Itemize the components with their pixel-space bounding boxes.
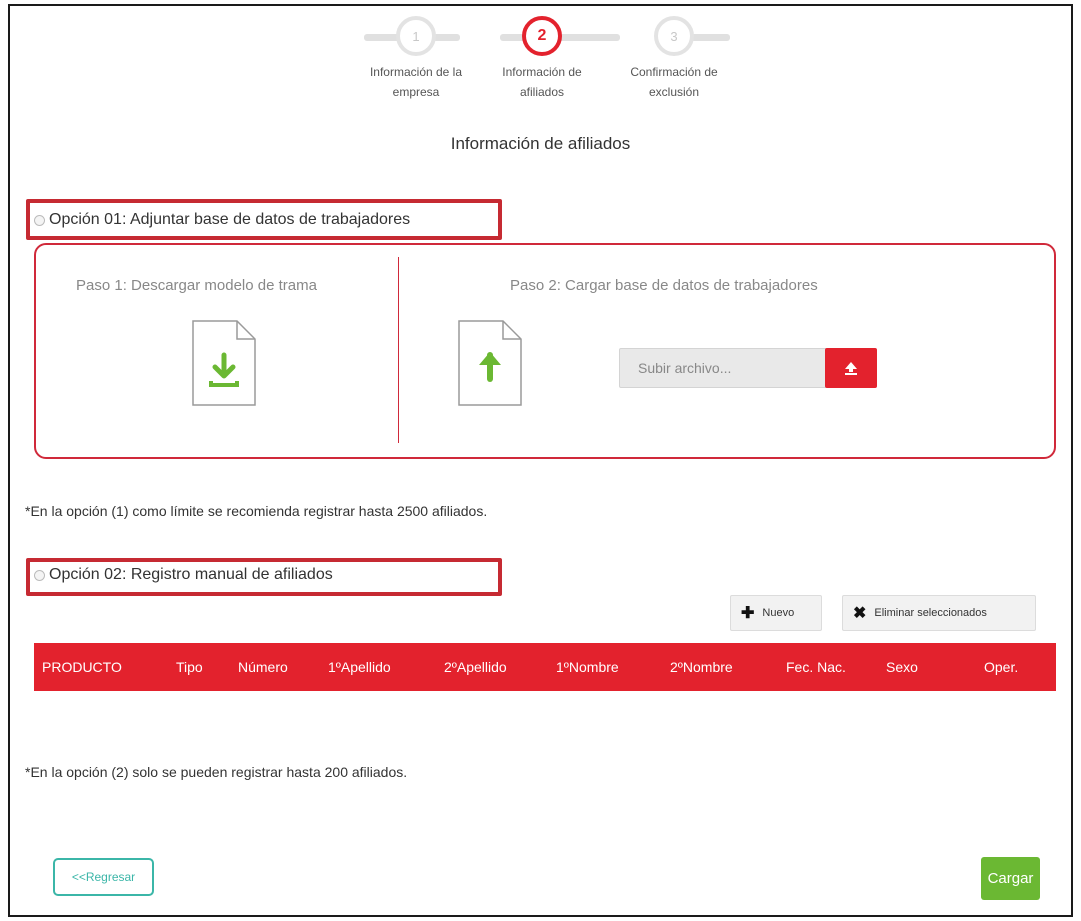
upload-icon	[845, 362, 857, 375]
file-upload-input[interactable]: Subir archivo...	[619, 348, 827, 388]
option2-radio[interactable]	[34, 569, 45, 581]
column-header[interactable]: 1ºApellido	[328, 643, 391, 691]
step-3-label: Confirmación de exclusión	[630, 65, 718, 99]
affiliates-table-header: PRODUCTO Tipo Número 1ºApellido 2ºApelli…	[34, 643, 1056, 691]
column-header[interactable]: Sexo	[886, 643, 918, 691]
option2-note: *En la opción (2) solo se pueden registr…	[25, 764, 408, 780]
option2-radio-row[interactable]: Opción 02: Registro manual de afiliados	[34, 566, 333, 584]
option1-title: Opción 01: Adjuntar base de datos de tra…	[49, 211, 411, 228]
step2-title: Paso 2: Cargar base de datos de trabajad…	[510, 277, 818, 294]
column-header[interactable]: 2ºApellido	[444, 643, 507, 691]
column-header[interactable]: PRODUCTO	[42, 643, 122, 691]
step-1-circle: 1	[396, 16, 436, 56]
load-button[interactable]: Cargar	[981, 857, 1040, 900]
download-template-icon[interactable]	[191, 319, 257, 407]
column-header[interactable]: 1ºNombre	[556, 643, 619, 691]
panel-divider	[398, 257, 399, 443]
option1-radio-row[interactable]: Opción 01: Adjuntar base de datos de tra…	[34, 211, 410, 229]
delete-button-label: Eliminar seleccionados	[874, 607, 987, 619]
column-header[interactable]: Tipo	[176, 643, 203, 691]
column-header[interactable]: Fec. Nac.	[786, 643, 846, 691]
column-header[interactable]: Oper.	[984, 643, 1018, 691]
option1-radio[interactable]	[34, 214, 45, 226]
step-2-circle: 2	[522, 16, 562, 56]
new-button[interactable]: ✚ Nuevo	[730, 595, 822, 631]
step-1-label: Información de la empresa	[369, 65, 463, 99]
column-header[interactable]: Número	[238, 643, 288, 691]
step-3-circle: 3	[654, 16, 694, 56]
new-button-label: Nuevo	[762, 607, 795, 619]
upload-button[interactable]	[825, 348, 877, 388]
close-icon: ✖	[853, 605, 867, 622]
upload-panel: Paso 1: Descargar modelo de trama Paso 2…	[34, 243, 1056, 459]
step1-title: Paso 1: Descargar modelo de trama	[76, 277, 317, 294]
back-button[interactable]: <<Regresar	[53, 858, 154, 896]
option1-note: *En la opción (1) como límite se recomie…	[25, 503, 488, 519]
progress-stepper: 1 2 3 Información de la empresa Informac…	[340, 14, 740, 114]
step-2-label: Información de afiliados	[502, 65, 582, 99]
delete-selected-button[interactable]: ✖ Eliminar seleccionados	[842, 595, 1036, 631]
plus-icon: ✚	[741, 605, 755, 622]
upload-file-icon	[457, 319, 523, 407]
page-title: Información de afiliados	[450, 134, 631, 153]
column-header[interactable]: 2ºNombre	[670, 643, 733, 691]
option2-title: Opción 02: Registro manual de afiliados	[49, 566, 333, 583]
